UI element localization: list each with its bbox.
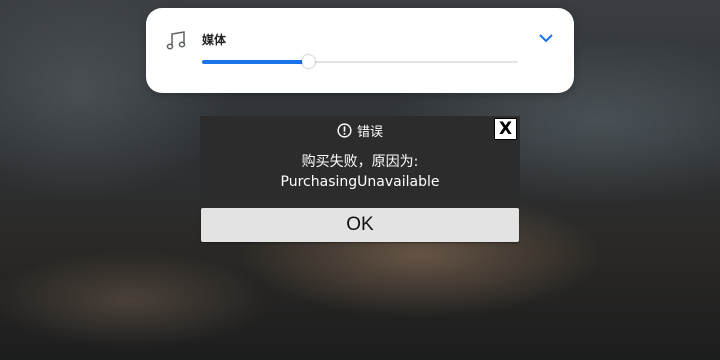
slider-thumb[interactable] bbox=[302, 55, 316, 68]
volume-stream-label: 媒体 bbox=[202, 33, 227, 47]
alert-circle-icon bbox=[337, 122, 352, 138]
volume-slider[interactable] bbox=[202, 55, 518, 68]
error-message: 购买失败，原因为: PurchasingUnavailable bbox=[200, 152, 520, 192]
error-message-line-2: PurchasingUnavailable bbox=[280, 174, 440, 190]
close-button[interactable]: X bbox=[494, 118, 517, 140]
music-note-icon bbox=[166, 31, 186, 50]
dialog-body: 错误 X 购买失败，原因为: PurchasingUnavailable bbox=[200, 116, 520, 208]
error-message-line-1: 购买失败，原因为: bbox=[301, 154, 419, 170]
slider-fill bbox=[202, 60, 310, 64]
chevron-down-icon[interactable] bbox=[538, 32, 554, 44]
ok-button[interactable]: OK bbox=[201, 208, 519, 242]
media-volume-panel: 媒体 bbox=[146, 8, 574, 93]
error-dialog: 错误 X 购买失败，原因为: PurchasingUnavailable OK bbox=[200, 116, 520, 243]
dialog-title: 错误 bbox=[356, 124, 383, 140]
dialog-title-row: 错误 bbox=[200, 121, 520, 140]
